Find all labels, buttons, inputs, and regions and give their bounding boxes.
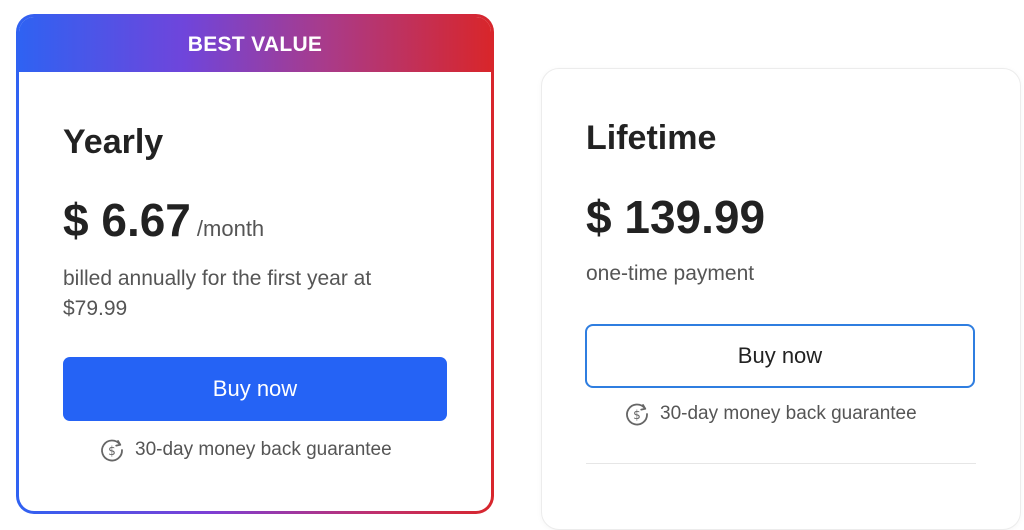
- yearly-billing-note: billed annually for the first year at $7…: [63, 267, 372, 320]
- yearly-plan-title: Yearly: [63, 123, 164, 161]
- money-back-icon: $: [101, 439, 123, 462]
- lifetime-guarantee-text: 30-day money back guarantee: [660, 403, 917, 424]
- yearly-plan-card: BEST VALUE Yearly $ 6.67/month billed an…: [16, 14, 494, 514]
- money-back-icon: $: [626, 403, 648, 426]
- lifetime-buy-now-button[interactable]: Buy now: [585, 324, 975, 388]
- svg-text:$: $: [633, 408, 641, 422]
- lifetime-price-amount: $ 139.99: [586, 191, 766, 243]
- lifetime-plan-title: Lifetime: [586, 119, 717, 157]
- yearly-price-period: /month: [196, 216, 265, 241]
- svg-text:$: $: [108, 444, 116, 458]
- lifetime-guarantee: $ 30-day money back guarantee: [624, 401, 917, 427]
- yearly-guarantee: $ 30-day money back guarantee: [99, 437, 392, 463]
- yearly-guarantee-text: 30-day money back guarantee: [135, 439, 392, 460]
- yearly-price-amount: $ 6.67: [63, 194, 191, 246]
- lifetime-plan-card: Lifetime $ 139.99 one-time payment Buy n…: [541, 68, 1021, 530]
- yearly-price: $ 6.67/month: [63, 193, 264, 247]
- divider: [586, 463, 976, 464]
- lifetime-price: $ 139.99: [586, 190, 765, 244]
- lifetime-billing-note: one-time payment: [586, 262, 755, 285]
- best-value-banner: BEST VALUE: [19, 17, 491, 72]
- yearly-buy-now-button[interactable]: Buy now: [63, 357, 447, 421]
